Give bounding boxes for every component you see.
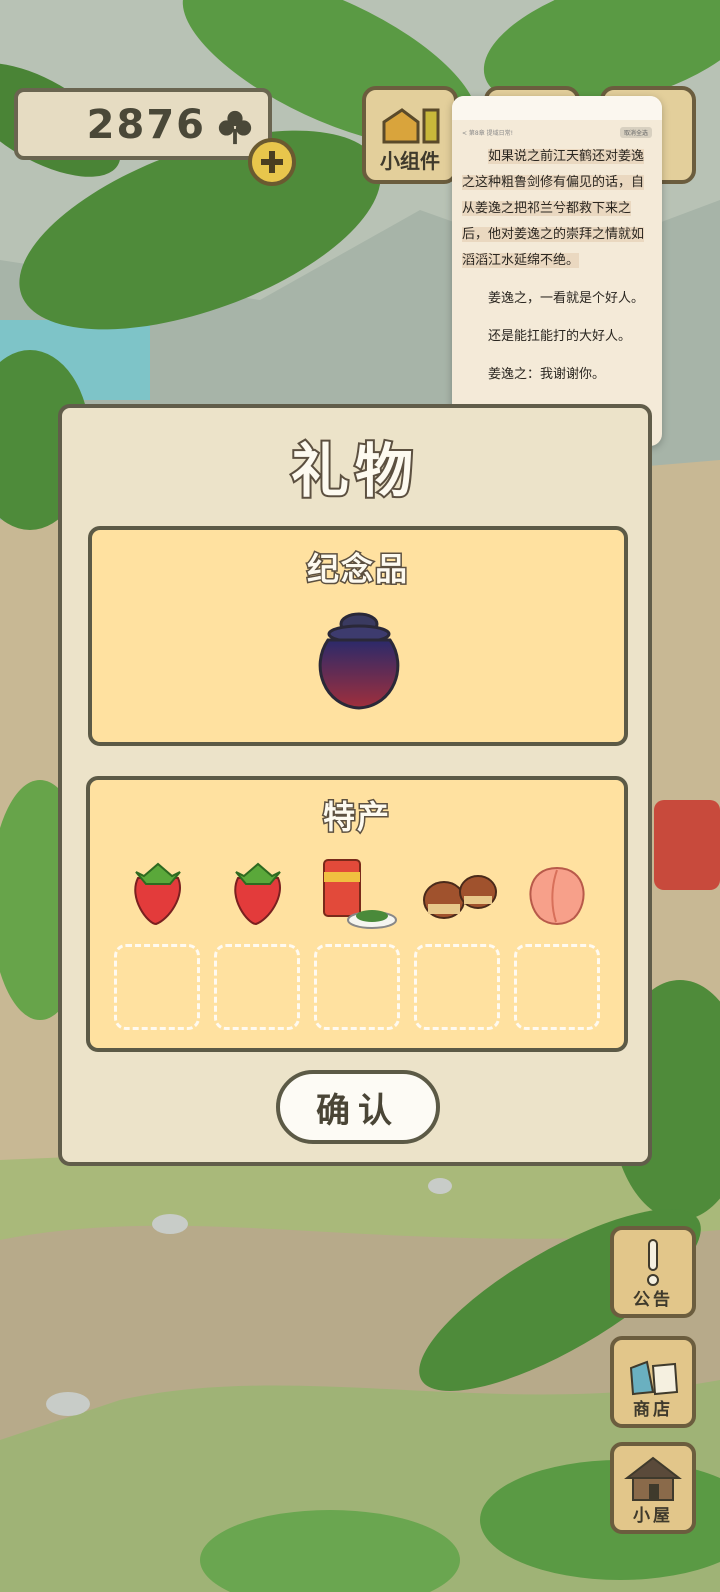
empty-slot[interactable] bbox=[514, 944, 600, 1030]
gift-dialog: 礼物 纪念品 特产 确认 bbox=[58, 404, 652, 1166]
specialty-panel: 特产 bbox=[86, 776, 628, 1052]
jar-icon[interactable] bbox=[314, 610, 404, 714]
reader-deselect-chip[interactable]: 取消全选 bbox=[619, 126, 652, 138]
add-clover-button[interactable] bbox=[248, 138, 296, 186]
shop-label: 商店 bbox=[633, 1400, 673, 1420]
confirm-button[interactable]: 确认 bbox=[276, 1070, 440, 1144]
reader-nav: < 第8章 提域日常! 取消全选 bbox=[452, 120, 662, 144]
reader-paragraph: 如果说之前江天鹤还对姜逸之这种粗鲁剑修有偏见的话，自从姜逸之把祁兰兮都救下来之后… bbox=[462, 149, 645, 268]
exclamation-icon bbox=[647, 1239, 659, 1286]
empty-slot[interactable] bbox=[314, 944, 400, 1030]
notice-button[interactable]: 公告 bbox=[610, 1226, 696, 1318]
notice-label: 公告 bbox=[633, 1290, 673, 1310]
house-icon bbox=[624, 1456, 682, 1501]
widget-button[interactable]: 小组件 bbox=[362, 86, 458, 184]
clover-icon bbox=[218, 110, 252, 145]
reader-float-window[interactable]: < 第8章 提域日常! 取消全选 如果说之前江天鹤还对姜逸之这种粗鲁剑修有偏见的… bbox=[452, 96, 662, 446]
reader-chapter-link[interactable]: < 第8章 提域日常! bbox=[462, 128, 513, 137]
reader-paragraph: 姜逸之，一看就是个好人。 bbox=[488, 291, 645, 306]
empty-slot[interactable] bbox=[414, 944, 500, 1030]
clover-counter: 2876 bbox=[14, 88, 272, 160]
reader-paragraph: 姜逸之：我谢谢你。 bbox=[488, 367, 606, 382]
reader-paragraph: 还是能扛能打的大好人。 bbox=[488, 329, 632, 344]
chestnut-icon[interactable] bbox=[420, 868, 500, 924]
reader-top-bar[interactable] bbox=[452, 96, 662, 120]
peach-icon[interactable] bbox=[522, 860, 592, 926]
widget-label: 小组件 bbox=[380, 149, 440, 173]
reader-text: 如果说之前江天鹤还对姜逸之这种粗鲁剑修有偏见的话，自从姜逸之把祁兰兮都救下来之后… bbox=[452, 144, 662, 388]
widget-icon bbox=[382, 108, 440, 144]
plus-icon bbox=[261, 151, 283, 173]
empty-slot[interactable] bbox=[114, 944, 200, 1030]
shop-button[interactable]: 商店 bbox=[610, 1336, 696, 1428]
specialty-title: 特产 bbox=[321, 797, 391, 838]
dialog-title: 礼物 bbox=[289, 435, 419, 507]
souvenir-title: 纪念品 bbox=[305, 549, 409, 590]
strawberry-icon[interactable] bbox=[228, 858, 288, 928]
house-button[interactable]: 小屋 bbox=[610, 1442, 696, 1534]
empty-slot[interactable] bbox=[214, 944, 300, 1030]
souvenir-panel: 纪念品 bbox=[88, 526, 628, 746]
strawberry-icon[interactable] bbox=[128, 858, 188, 928]
house-label: 小屋 bbox=[633, 1506, 673, 1526]
clover-amount: 2876 bbox=[86, 102, 206, 148]
shop-bag-icon bbox=[629, 1360, 679, 1396]
tea-can-icon[interactable] bbox=[318, 854, 398, 934]
